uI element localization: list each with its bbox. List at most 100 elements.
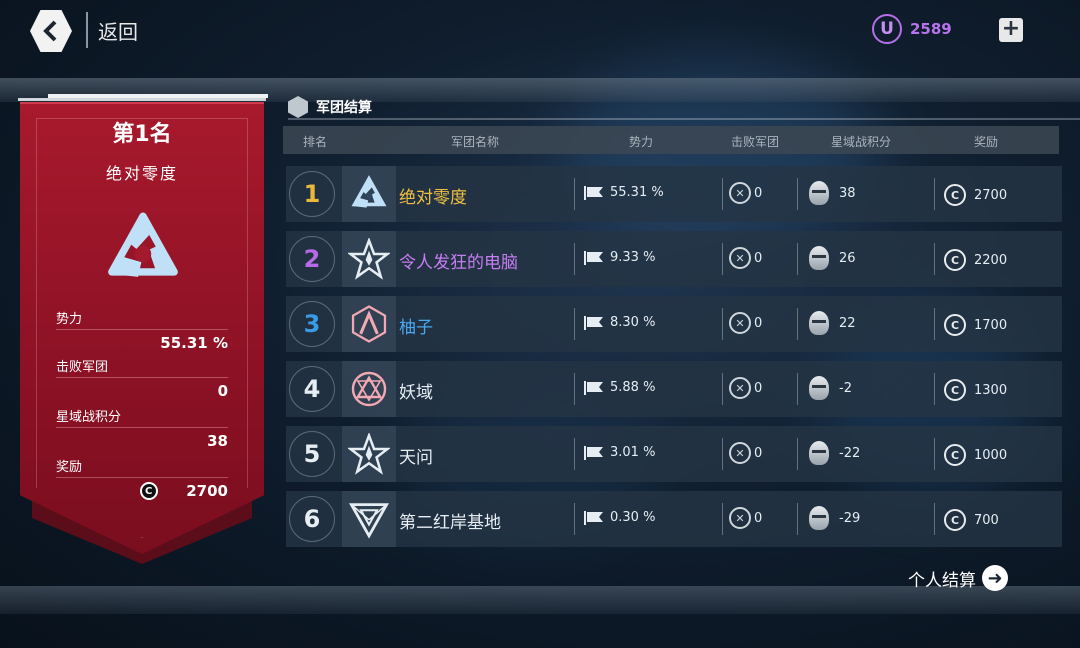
add-currency-button[interactable]: + (999, 18, 1023, 42)
power-value: 0.30 % (610, 510, 656, 525)
crossed-swords-icon: ✕ (729, 182, 751, 204)
reward-value: 1000 (974, 447, 1008, 463)
column-divider (574, 308, 575, 340)
defeated-value: 0 (754, 250, 763, 266)
table-header: 排名 军团名称 势力 击败军团 星域战积分 奖励 (283, 126, 1059, 154)
personal-settlement-button[interactable]: 个人结算 ➜ (908, 565, 1008, 591)
column-divider (722, 373, 723, 405)
banner-rod (18, 98, 266, 101)
team-logo (342, 491, 396, 547)
score-cell: -29 (809, 506, 860, 530)
team-logo (342, 166, 396, 222)
column-divider (797, 503, 798, 535)
section-title: 军团结算 (316, 100, 372, 116)
reward-value: 1700 (974, 317, 1008, 333)
score-cell: 26 (809, 246, 856, 270)
power-value: 3.01 % (610, 445, 656, 460)
score-value: -22 (839, 445, 861, 461)
helmet-icon (809, 181, 829, 205)
reward-cell: C 1700 (944, 314, 1007, 336)
hex-a-emblem-icon (351, 305, 387, 343)
rank-number: 4 (289, 366, 335, 412)
banner-rank-title: 第1名 (112, 122, 172, 147)
table-row[interactable]: 1 绝对零度 55.31 % ✕ 0 38 C 2700 (286, 166, 1062, 222)
rank-number: 6 (289, 496, 335, 542)
column-divider (722, 178, 723, 210)
banner-stat-reward: 奖励 C 2700 (56, 456, 228, 500)
power-cell: 3.01 % (584, 445, 655, 460)
back-label[interactable]: 返回 (98, 16, 138, 45)
power-cell: 9.33 % (584, 250, 655, 265)
section-divider (288, 118, 1080, 120)
star-emblem-icon (348, 433, 390, 475)
defeated-cell: ✕ 0 (729, 507, 762, 529)
banner-team-name: 绝对零度 (105, 164, 178, 183)
team-name: 柚子 (399, 318, 433, 338)
table-row[interactable]: 2 令人发狂的电脑 9.33 % ✕ 0 26 C 2200 (286, 231, 1062, 287)
header-reward: 奖励 (974, 135, 999, 149)
power-cell: 0.30 % (584, 510, 655, 525)
reward-row: C 2700 (56, 482, 228, 500)
team-logo (342, 426, 396, 482)
team-name: 第二红岸基地 (399, 513, 501, 533)
table-row[interactable]: 3 柚子 8.30 % ✕ 0 22 C 1700 (286, 296, 1062, 352)
column-divider (797, 178, 798, 210)
table-row[interactable]: 4 妖域 5.88 % ✕ 0 -2 C 1300 (286, 361, 1062, 417)
score-value: -29 (839, 510, 861, 526)
rank-number: 2 (289, 236, 335, 282)
column-divider (722, 438, 723, 470)
absolute-zero-logo-icon (351, 175, 387, 208)
score-cell: 22 (809, 311, 856, 335)
c-coin-icon: C (139, 482, 158, 500)
helmet-icon (809, 311, 829, 335)
stat-value: 2700 (186, 482, 228, 500)
stat-divider (56, 377, 228, 378)
stat-value: 38 (207, 432, 228, 450)
team-logo (342, 361, 396, 417)
column-divider (574, 373, 575, 405)
defeated-cell: ✕ 0 (729, 247, 762, 269)
rank-cell: 2 (286, 231, 338, 287)
table-row[interactable]: 5 天问 3.01 % ✕ 0 -22 C 1000 (286, 426, 1062, 482)
column-divider (797, 308, 798, 340)
stat-label: 奖励 (56, 460, 83, 475)
score-cell: 38 (809, 181, 856, 205)
defeated-cell: ✕ 0 (729, 182, 762, 204)
header-rank: 排名 (303, 135, 328, 149)
flag-icon (584, 250, 603, 265)
chevron-badge-icon (288, 96, 308, 118)
defeated-cell: ✕ 0 (729, 312, 762, 334)
reward-value: 2200 (974, 252, 1008, 268)
banner-stat-score: 星域战积分 38 (56, 406, 228, 450)
demon-sigil-icon (351, 371, 387, 407)
rank-cell: 1 (286, 166, 338, 222)
team-logo (342, 296, 396, 352)
flag-icon (584, 185, 603, 200)
reward-cell: C 1000 (944, 444, 1007, 466)
helmet-icon (809, 441, 829, 465)
power-value: 8.30 % (610, 315, 656, 330)
arrow-right-icon: ➜ (982, 565, 1008, 591)
power-value: 55.31 % (610, 185, 664, 200)
c-coin-icon: C (944, 379, 966, 401)
column-divider (722, 503, 723, 535)
chevron-left-icon (43, 20, 57, 42)
header-team-name: 军团名称 (451, 135, 500, 149)
top-bar: 返回 U 2589 + (0, 0, 1080, 62)
header-defeated: 击败军团 (731, 135, 780, 149)
power-cell: 5.88 % (584, 380, 655, 395)
team-name: 天问 (399, 448, 433, 468)
banner-stat-power: 势力 55.31 % (56, 308, 228, 352)
back-button[interactable] (30, 10, 72, 52)
rank-cell: 3 (286, 296, 338, 352)
team-name: 绝对零度 (399, 188, 467, 208)
defeated-value: 0 (754, 185, 763, 201)
table-row[interactable]: 6 第二红岸基地 0.30 % ✕ 0 -29 C 700 (286, 491, 1062, 547)
reward-value: 2700 (974, 187, 1008, 203)
stat-label: 星域战积分 (56, 410, 122, 425)
defeated-cell: ✕ 0 (729, 377, 762, 399)
helmet-icon (809, 506, 829, 530)
crossed-swords-icon: ✕ (729, 507, 751, 529)
column-divider (797, 438, 798, 470)
rank-cell: 5 (286, 426, 338, 482)
